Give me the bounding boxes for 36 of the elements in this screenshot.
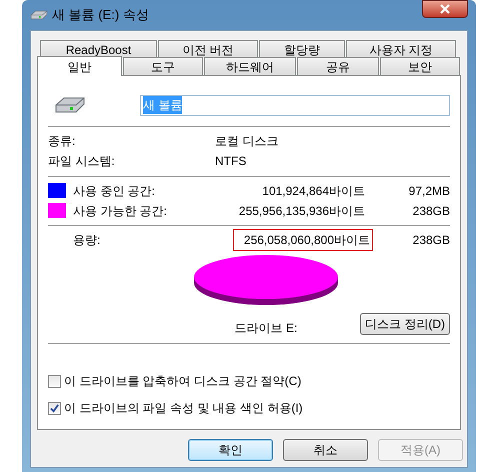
checkbox-label: 이 드라이브의 파일 속성 및 내용 색인 허용(I) — [64, 400, 303, 417]
drive-label: 드라이브 E: — [234, 320, 298, 337]
space-size: 97,2MB — [408, 182, 450, 200]
info-value: NTFS — [215, 152, 246, 170]
info-label: 파일 시스템: — [48, 152, 116, 170]
space-size: 238GB — [412, 202, 450, 220]
checkbox[interactable] — [48, 402, 61, 414]
tab[interactable]: 사용자 지정 — [346, 40, 456, 58]
capacity-size: 238GB — [412, 232, 450, 249]
tab[interactable]: 도구 — [123, 57, 203, 75]
close-button[interactable] — [422, 0, 468, 18]
space-bytes: 101,924,864바이트 — [261, 182, 365, 200]
tab[interactable]: 보안 — [380, 57, 460, 75]
info-label: 종류: — [48, 132, 76, 150]
space-label: 사용 가능한 공간: — [73, 202, 168, 220]
volume-name-text: 새 볼륨 — [143, 96, 182, 114]
info-value: 로컬 디스크 — [215, 132, 278, 150]
tab[interactable]: 공유 — [297, 57, 379, 75]
space-bytes: 255,956,135,936바이트 — [238, 202, 365, 220]
dialog-button[interactable]: 취소 — [283, 439, 368, 461]
tab[interactable]: 할당량 — [259, 40, 345, 58]
tab[interactable]: ReadyBoost — [40, 40, 157, 58]
checkbox-label: 이 드라이브를 압축하여 디스크 공간 절약(C) — [64, 373, 302, 390]
drive-icon — [30, 9, 48, 21]
dialog-button[interactable]: 확인 — [188, 439, 273, 461]
drive-icon — [54, 95, 86, 115]
capacity-label: 용량: — [73, 232, 102, 249]
space-label: 사용 중인 공간: — [73, 182, 156, 200]
tab[interactable]: 일반 — [37, 56, 122, 76]
capacity-bytes: 256,058,060,800바이트 — [233, 229, 373, 251]
checkbox[interactable] — [48, 374, 61, 388]
close-icon — [440, 4, 450, 14]
tab[interactable]: 하드웨어 — [204, 57, 296, 75]
disk-cleanup-button[interactable]: 디스크 정리(D) — [360, 313, 450, 335]
tab[interactable]: 이전 버전 — [158, 40, 258, 58]
window-title: 새 볼륨 (E:) 속성 — [52, 6, 149, 24]
